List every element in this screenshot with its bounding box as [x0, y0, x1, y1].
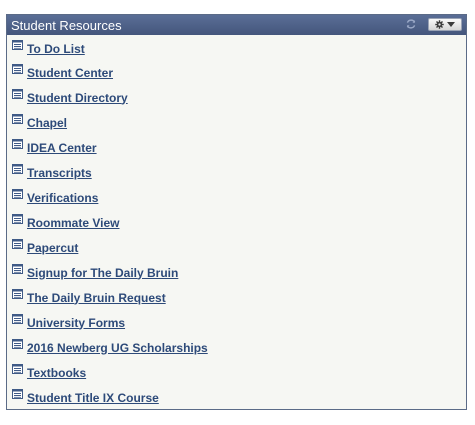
link-student-title-ix-course[interactable]: Student Title IX Course: [27, 391, 159, 405]
list-item-verifications[interactable]: Verifications: [7, 184, 466, 209]
link-university-forms[interactable]: University Forms: [27, 316, 125, 330]
list-icon: [12, 188, 23, 199]
list-item-2016-newberg-ug-scholarships[interactable]: 2016 Newberg UG Scholarships: [7, 334, 466, 359]
list-item-student-center[interactable]: Student Center: [7, 59, 466, 84]
list-item-student-directory[interactable]: Student Directory: [7, 84, 466, 109]
gear-icon: [435, 20, 444, 29]
list-icon: [12, 388, 23, 399]
list-icon: [12, 263, 23, 274]
link-chapel[interactable]: Chapel: [27, 116, 67, 130]
link-student-directory[interactable]: Student Directory: [27, 91, 128, 105]
link-roommate-view[interactable]: Roommate View: [27, 216, 119, 230]
link-verifications[interactable]: Verifications: [27, 191, 98, 205]
link-signup-for-the-daily-bruin[interactable]: Signup for The Daily Bruin: [27, 266, 178, 280]
list-icon: [12, 39, 23, 50]
link-transcripts[interactable]: Transcripts: [27, 166, 92, 180]
list-icon: [12, 138, 23, 149]
resource-link-list: To Do List Student Center Student Direct…: [7, 35, 466, 409]
pagelet-header: Student Resources: [7, 15, 466, 35]
list-item-roommate-view[interactable]: Roommate View: [7, 209, 466, 234]
list-item-the-daily-bruin-request[interactable]: The Daily Bruin Request: [7, 284, 466, 309]
link-to-do-list[interactable]: To Do List: [27, 42, 85, 56]
list-item-university-forms[interactable]: University Forms: [7, 309, 466, 334]
list-icon: [12, 338, 23, 349]
list-item-transcripts[interactable]: Transcripts: [7, 159, 466, 184]
link-2016-newberg-ug-scholarships[interactable]: 2016 Newberg UG Scholarships: [27, 341, 208, 355]
list-item-idea-center[interactable]: IDEA Center: [7, 134, 466, 159]
list-item-student-title-ix-course[interactable]: Student Title IX Course: [7, 384, 466, 409]
student-resources-pagelet: Student Resources To Do List Student Cen…: [6, 14, 467, 410]
pagelet-title: Student Resources: [11, 17, 122, 33]
refresh-icon[interactable]: [404, 17, 418, 31]
list-icon: [12, 213, 23, 224]
list-item-signup-for-the-daily-bruin[interactable]: Signup for The Daily Bruin: [7, 259, 466, 284]
list-icon: [12, 163, 23, 174]
list-icon: [12, 88, 23, 99]
list-icon: [12, 288, 23, 299]
list-item-chapel[interactable]: Chapel: [7, 109, 466, 134]
chevron-down-icon: [447, 21, 455, 28]
link-idea-center[interactable]: IDEA Center: [27, 141, 97, 155]
link-textbooks[interactable]: Textbooks: [27, 366, 86, 380]
list-icon: [12, 313, 23, 324]
list-item-textbooks[interactable]: Textbooks: [7, 359, 466, 384]
list-item-to-do-list[interactable]: To Do List: [7, 35, 466, 59]
link-papercut[interactable]: Papercut: [27, 241, 78, 255]
list-icon: [12, 63, 23, 74]
link-the-daily-bruin-request[interactable]: The Daily Bruin Request: [27, 291, 166, 305]
list-icon: [12, 363, 23, 374]
pagelet-options-button[interactable]: [428, 18, 462, 31]
link-student-center[interactable]: Student Center: [27, 66, 113, 80]
list-icon: [12, 113, 23, 124]
list-item-papercut[interactable]: Papercut: [7, 234, 466, 259]
list-icon: [12, 238, 23, 249]
